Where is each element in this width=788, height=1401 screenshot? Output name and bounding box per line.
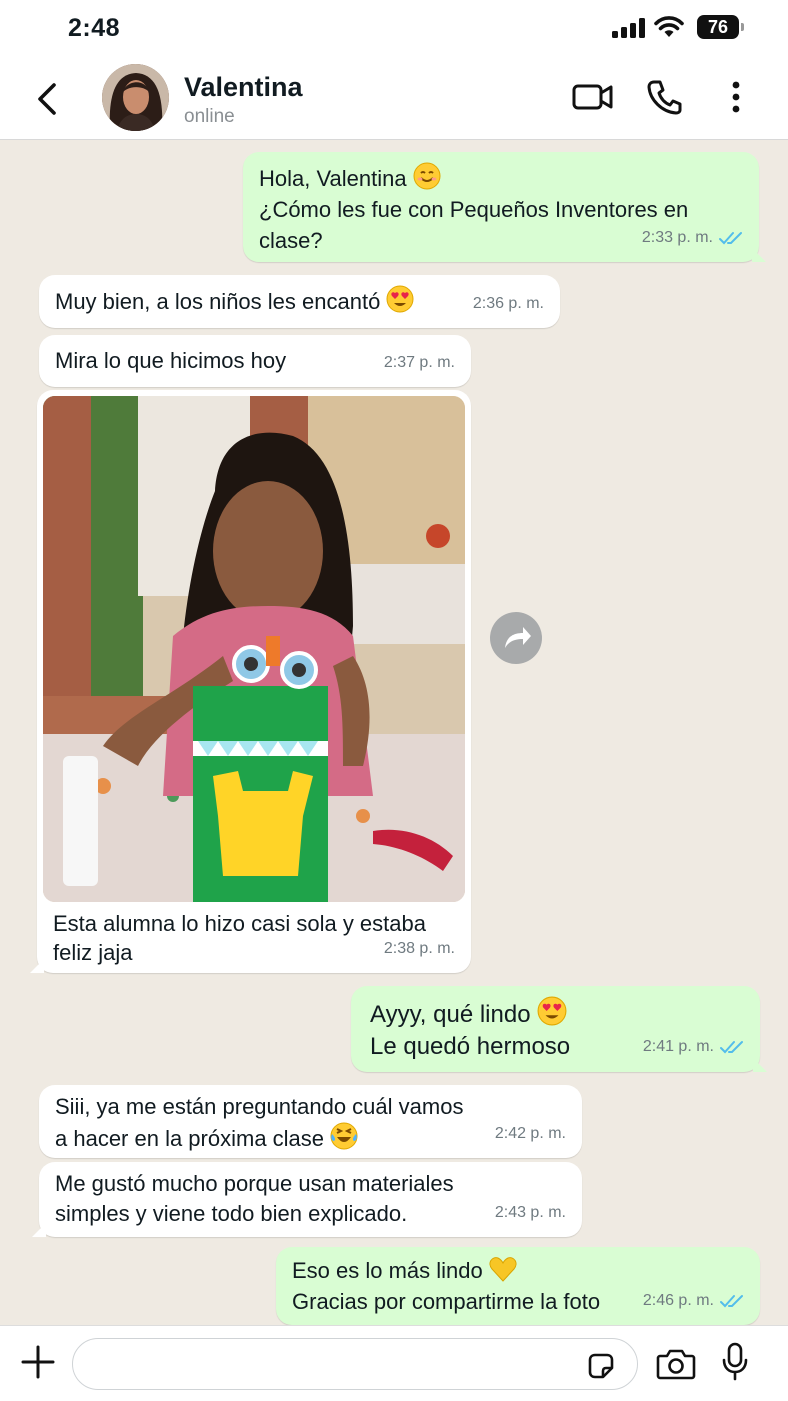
bubble-tail (752, 248, 766, 262)
message-time: 2:42 p. m. (494, 1125, 566, 1142)
message-time: 2:41 p. m. (642, 1038, 714, 1055)
attach-plus-icon[interactable] (20, 1344, 56, 1380)
message-meta: 2:41 p. m. (643, 1031, 744, 1063)
incoming-image-message[interactable]: Esta alumna lo hizo casi sola y estaba f… (30, 390, 471, 973)
message-meta: 2:42 p. m. (495, 1119, 566, 1149)
message-meta: 2:46 p. m. (643, 1285, 744, 1316)
message-text: a hacer en la próxima clase (55, 1122, 566, 1154)
yellow-heart-icon (489, 1257, 517, 1282)
message-text: simples y viene todo bien explicado. (55, 1201, 408, 1226)
cellular-signal-icon (612, 18, 645, 38)
avatar[interactable] (102, 64, 169, 131)
message-text: Siii, ya me están preguntando cuál vamos (55, 1094, 464, 1119)
message-time: 2:36 p. m. (472, 295, 544, 312)
caption-line: Esta alumna lo hizo casi sola y estaba (53, 911, 426, 936)
message-meta: 2:37 p. m. (384, 347, 455, 378)
message-meta: 2:33 p. m. (642, 222, 743, 253)
phone-call-icon[interactable] (646, 78, 682, 116)
message-list[interactable]: Hola, Valentina ¿Cómo les fue con Pequeñ… (0, 141, 788, 1325)
composer-bar (0, 1325, 788, 1401)
bubble-tail (30, 959, 44, 973)
message-time: 2:38 p. m. (383, 940, 455, 957)
message-time: 2:46 p. m. (642, 1292, 714, 1309)
incoming-message[interactable]: Muy bien, a los niños les encantó 2:36 p… (39, 275, 560, 328)
message-text: Muy bien, a los niños les encantó (55, 285, 544, 317)
incoming-message[interactable]: Me gustó mucho porque usan materiales si… (32, 1162, 582, 1237)
bubble-tail (753, 1058, 767, 1072)
read-ticks-icon (719, 231, 742, 244)
microphone-icon[interactable] (720, 1342, 750, 1382)
message-time: 2:43 p. m. (494, 1204, 566, 1221)
status-bar: 2:48 76 (0, 0, 788, 58)
read-ticks-icon (720, 1041, 743, 1054)
message-meta: 2:43 p. m. (495, 1198, 566, 1228)
laughing-emoji-icon (330, 1122, 358, 1150)
wifi-icon (654, 16, 684, 37)
contact-status: online (184, 106, 235, 127)
forward-icon (505, 627, 531, 648)
status-time: 2:48 (68, 14, 121, 42)
forward-button[interactable] (490, 612, 542, 664)
smiling-emoji-icon (413, 162, 441, 190)
outgoing-message[interactable]: Hola, Valentina ¿Cómo les fue con Pequeñ… (243, 152, 766, 262)
video-call-icon[interactable] (572, 78, 614, 116)
outgoing-message[interactable]: Ayyy, qué lindo Le quedó hermoso 2:41 p.… (351, 986, 767, 1072)
incoming-message[interactable]: Siii, ya me están preguntando cuál vamos… (39, 1085, 582, 1158)
contact-name[interactable]: Valentina (184, 72, 303, 103)
message-time: 2:37 p. m. (383, 354, 455, 371)
shared-photo[interactable] (43, 396, 465, 902)
chat-header: Valentina online (0, 58, 788, 140)
read-ticks-icon (720, 1294, 743, 1307)
caption-line: feliz jaja (53, 940, 133, 965)
more-options-icon[interactable] (728, 78, 744, 116)
heart-eyes-emoji-icon (386, 285, 414, 313)
outgoing-message[interactable]: Eso es lo más lindo Gracias por comparti… (276, 1247, 760, 1325)
heart-eyes-emoji-icon (537, 996, 567, 1026)
battery-icon: 76 (697, 15, 744, 39)
back-arrow-icon[interactable] (30, 80, 64, 118)
message-text: Hola, Valentina (259, 162, 743, 194)
incoming-message[interactable]: Mira lo que hicimos hoy 2:37 p. m. (39, 335, 471, 387)
image-caption: Esta alumna lo hizo casi sola y estaba f… (53, 909, 426, 967)
message-meta: 2:38 p. m. (384, 933, 455, 964)
message-text: Eso es lo más lindo (292, 1255, 744, 1286)
message-text: Me gustó mucho porque usan materiales (55, 1171, 454, 1196)
sticker-icon[interactable] (586, 1351, 616, 1381)
message-input[interactable] (72, 1338, 638, 1390)
message-time: 2:33 p. m. (641, 229, 713, 246)
camera-icon[interactable] (656, 1347, 696, 1381)
message-meta: 2:36 p. m. (473, 288, 544, 319)
bubble-tail (32, 1223, 46, 1237)
message-text: Ayyy, qué lindo (370, 996, 744, 1031)
